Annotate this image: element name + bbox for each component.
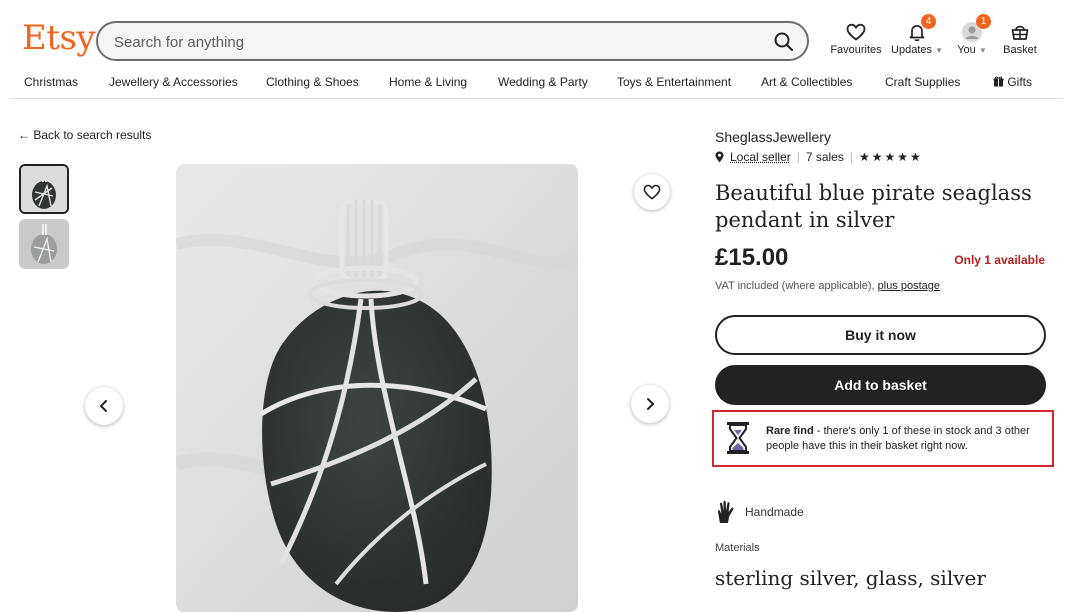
etsy-logo[interactable]: Etsy	[22, 18, 96, 58]
hand-icon	[717, 500, 734, 523]
nav-item-gifts[interactable]: Gifts	[993, 75, 1032, 89]
divider: |	[849, 150, 853, 164]
chevron-down-icon: ▼	[978, 46, 987, 55]
chevron-right-icon	[647, 398, 654, 410]
gallery-thumbnail-1[interactable]	[19, 164, 69, 214]
divider: |	[796, 150, 800, 164]
add-to-basket-button[interactable]: Add to basket	[715, 365, 1046, 405]
nav-item-clothing[interactable]: Clothing & Shoes	[266, 75, 359, 89]
handmade-label: Handmade	[745, 505, 804, 519]
price: £15.00	[715, 244, 789, 271]
nav-item-toys[interactable]: Toys & Entertainment	[617, 75, 731, 89]
heart-icon	[643, 184, 661, 200]
availability-notice: Only 1 available	[954, 253, 1045, 267]
updates-badge: 4	[921, 14, 936, 29]
nav-item-gifts-label: Gifts	[1007, 75, 1033, 89]
materials-heading: Materials	[715, 542, 760, 554]
star-rating[interactable]: ★★★★★	[859, 150, 923, 164]
heart-icon	[846, 23, 866, 41]
pendant-thumbnail-image	[21, 166, 67, 212]
next-image-button[interactable]	[631, 385, 669, 423]
nav-item-christmas[interactable]: Christmas	[24, 75, 78, 89]
chevron-left-icon	[100, 400, 107, 412]
basket-icon	[1011, 25, 1029, 40]
nav-item-craft[interactable]: Craft Supplies	[885, 75, 960, 89]
search-icon	[774, 32, 794, 52]
pendant-image	[176, 164, 578, 612]
gift-icon	[993, 76, 1004, 87]
add-to-favourites-button[interactable]	[634, 174, 670, 210]
chevron-down-icon: ▼	[935, 46, 943, 55]
gallery-thumbnail-2[interactable]	[19, 219, 69, 269]
buy-it-now-button[interactable]: Buy it now	[715, 315, 1046, 355]
you-menu-button[interactable]: 1 You ▼	[952, 14, 992, 56]
materials-value: sterling silver, glass, silver	[715, 566, 986, 590]
search-input[interactable]	[112, 31, 756, 53]
search-bar[interactable]	[96, 21, 809, 61]
you-label: You	[957, 44, 976, 56]
search-button[interactable]	[771, 29, 797, 55]
location-pin-icon	[715, 151, 724, 163]
back-to-search-link[interactable]: ← Back to search results	[18, 128, 151, 142]
shop-meta: Local seller | 7 sales | ★★★★★	[715, 150, 923, 164]
nav-item-wedding[interactable]: Wedding & Party	[498, 75, 588, 89]
shop-name-link[interactable]: SheglassJewellery	[715, 129, 831, 145]
nav-item-home[interactable]: Home & Living	[389, 75, 467, 89]
main-listing-image[interactable]	[176, 164, 578, 612]
nav-item-art[interactable]: Art & Collectibles	[761, 75, 852, 89]
listing-title: Beautiful blue pirate seaglass pendant i…	[715, 181, 1032, 232]
rare-find-text: Rare find - there's only 1 of these in s…	[766, 424, 1050, 454]
nav-item-jewellery[interactable]: Jewellery & Accessories	[109, 75, 238, 89]
pendant-thumbnail-image	[19, 219, 69, 269]
updates-button[interactable]: 4 Updates ▼	[890, 14, 944, 56]
category-nav: Christmas Jewellery & Accessories Clothi…	[10, 70, 1063, 99]
previous-image-button[interactable]	[85, 387, 123, 425]
rare-find-notice: Rare find - there's only 1 of these in s…	[712, 410, 1054, 467]
basket-button[interactable]: Basket	[1000, 20, 1040, 56]
updates-label: Updates	[891, 44, 932, 56]
favourites-label: Favourites	[830, 44, 882, 56]
hourglass-icon	[727, 422, 749, 454]
handmade-tag: Handmade	[715, 500, 804, 524]
sales-count: 7 sales	[805, 150, 844, 164]
favourites-button[interactable]: Favourites	[829, 20, 883, 56]
vat-note: VAT included (where applicable), plus po…	[715, 280, 940, 292]
you-badge: 1	[976, 14, 991, 29]
postage-link[interactable]: plus postage	[878, 280, 940, 292]
local-seller-link[interactable]: Local seller	[730, 150, 791, 164]
rare-find-label: Rare find	[766, 425, 814, 437]
basket-label: Basket	[1003, 44, 1037, 56]
vat-text: VAT included (where applicable),	[715, 280, 878, 292]
